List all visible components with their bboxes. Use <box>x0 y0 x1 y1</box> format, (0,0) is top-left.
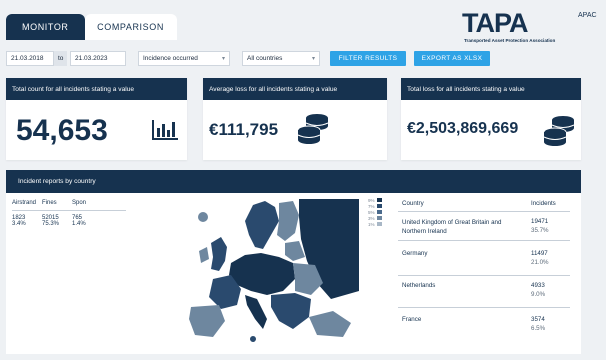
coin-stack-icon <box>543 116 575 146</box>
mini-table-row: 3.4% 75.3% 1.4% <box>12 221 96 227</box>
header-incidents: Incidents <box>531 200 556 207</box>
legend-row: 1% <box>368 221 382 227</box>
incidence-value: Incidence occurred <box>143 55 198 62</box>
divider <box>398 240 570 241</box>
date-from-value: 21.03.2018 <box>11 55 44 62</box>
mini-table-body: 1823 52015 765 3.4% 75.3% 1.4% <box>12 215 96 227</box>
header-country: Country <box>402 200 424 207</box>
date-range-to-label: to <box>54 51 68 66</box>
chevron-down-icon: ▾ <box>311 56 315 62</box>
tab-comparison[interactable]: COMPARISON <box>84 14 177 40</box>
kpi-value: €2,503,869,669 <box>407 120 519 137</box>
mini-header-cell: Airstrand <box>12 200 37 206</box>
map-legend: 9% 7% 5% 3% 1% <box>368 197 382 227</box>
mini-table-header: Airstrand Fines Spon <box>12 200 96 206</box>
tab-monitor[interactable]: MONITOR <box>6 14 85 40</box>
incident-percent: 21.0% <box>531 259 549 266</box>
legend-swatch <box>376 216 382 220</box>
coin-stack-icon <box>297 114 329 144</box>
mini-cell: 1.4% <box>72 221 86 227</box>
mini-cell: 75.3% <box>42 221 60 227</box>
table-row[interactable]: France 3574 6.5% <box>398 316 570 340</box>
legend-swatch <box>376 222 382 226</box>
kpi-card-average-loss: Average loss for all incidents stating a… <box>203 78 387 160</box>
kpi-value: €111,795 <box>209 120 279 139</box>
incident-count: 19471 <box>531 218 549 225</box>
incident-count: 4933 <box>531 282 545 289</box>
kpi-card-total-loss: Total loss for all incidents stating a v… <box>401 78 581 160</box>
date-to-input[interactable]: 21.03.2023 <box>70 51 126 66</box>
mini-summary-table: Airstrand Fines Spon <box>12 200 96 206</box>
tab-bar: MONITOR COMPARISON <box>6 14 177 40</box>
country-name: Germany <box>402 250 428 257</box>
legend-swatch <box>376 198 382 202</box>
legend-label: 9% <box>368 197 375 203</box>
kpi-title: Average loss for all incidents stating a… <box>203 78 387 100</box>
region-sicily[interactable] <box>250 336 256 342</box>
legend-swatch <box>376 204 382 208</box>
country-table-header: Country Incidents <box>398 200 570 210</box>
incidence-select[interactable]: Incidence occurred ▾ <box>138 51 230 66</box>
table-row[interactable]: Netherlands 4933 9.0% <box>398 282 570 306</box>
tapa-logo: TAPA APAC Transported Asset Protection A… <box>462 8 606 48</box>
countries-value: All countries <box>247 55 283 62</box>
divider <box>12 210 126 211</box>
mini-header-cell: Fines <box>42 200 57 206</box>
country-name: France <box>402 316 422 323</box>
incident-count: 11497 <box>531 250 548 257</box>
export-xlsx-button[interactable]: EXPORT AS XLSX <box>414 51 490 66</box>
panel-title: Incident reports by country <box>6 170 581 193</box>
filter-results-button[interactable]: FILTER RESULTS <box>330 51 406 66</box>
incident-percent: 6.5% <box>531 325 546 332</box>
kpi-title: Total count for all incidents stating a … <box>6 78 187 100</box>
table-row[interactable]: Germany 11497 21.0% <box>398 250 570 274</box>
chevron-down-icon: ▾ <box>221 56 225 62</box>
incident-count: 3574 <box>531 316 545 323</box>
countries-select[interactable]: All countries ▾ <box>242 51 320 66</box>
mini-header-cell: Spon <box>72 200 87 206</box>
legend-label: 3% <box>368 215 375 221</box>
legend-label: 1% <box>368 221 375 227</box>
country-name: United Kingdom of Great Britain and Nort… <box>402 219 502 235</box>
logo-tagline: Transported Asset Protection Association <box>464 38 556 43</box>
kpi-value: 54,653 <box>16 114 108 147</box>
table-row[interactable]: United Kingdom of Great Britain and Nort… <box>398 218 570 248</box>
legend-label: 5% <box>368 209 375 215</box>
divider <box>398 211 570 212</box>
country-name: Netherlands <box>402 282 436 289</box>
europe-map[interactable] <box>183 199 359 349</box>
divider <box>398 307 570 308</box>
divider <box>398 275 570 276</box>
date-to-value: 21.03.2023 <box>75 55 108 62</box>
date-from-input[interactable]: 21.03.2018 <box>6 51 54 66</box>
logo-region: APAC <box>578 12 597 19</box>
mini-cell: 3.4% <box>12 221 26 227</box>
legend-swatch <box>376 210 382 214</box>
kpi-card-total-count: Total count for all incidents stating a … <box>6 78 187 160</box>
kpi-title: Total loss for all incidents stating a v… <box>401 78 581 100</box>
incident-percent: 9.0% <box>531 291 546 298</box>
bar-chart-icon <box>152 120 178 140</box>
logo-wordmark: TAPA <box>462 8 528 38</box>
legend-label: 7% <box>368 203 375 209</box>
region-iceland[interactable] <box>198 212 208 222</box>
incident-percent: 35.7% <box>531 227 549 234</box>
